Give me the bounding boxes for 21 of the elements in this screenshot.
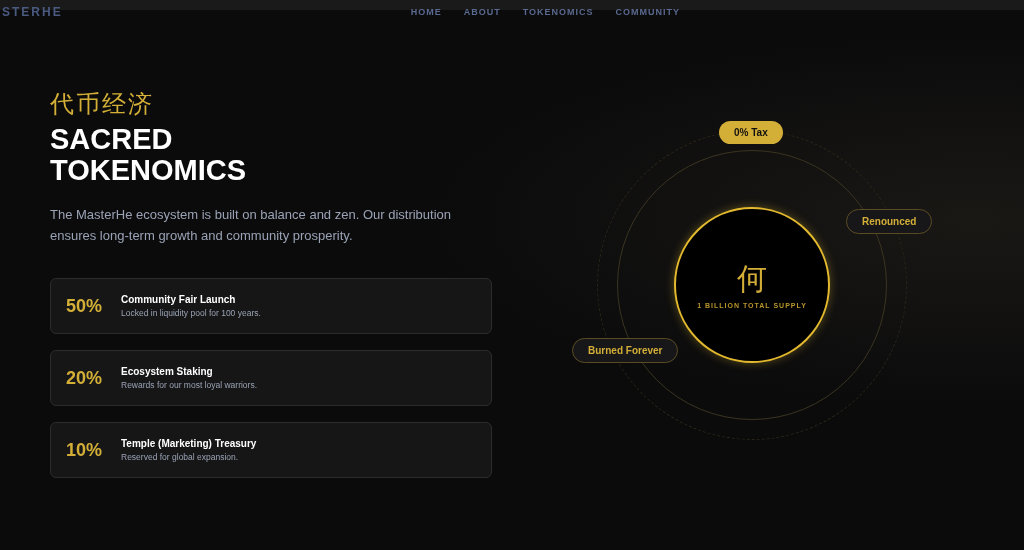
logo-text[interactable]: STERHE <box>2 5 63 19</box>
section-description: The MasterHe ecosystem is built on balance and zen. Our distribution ensures long-term growth and community prosperity. <box>50 206 453 245</box>
nav-link[interactable]: TOKENOMICS <box>522 7 594 17</box>
center-glyph: 何 <box>737 261 767 296</box>
allocation-percent: 50% <box>66 295 104 317</box>
allocation-title: Community Fair Launch <box>121 294 237 305</box>
nav-link[interactable]: ABOUT <box>463 7 501 17</box>
nav-link[interactable]: COMMUNITY <box>615 7 680 17</box>
allocation-percent: 20% <box>66 367 104 389</box>
section-kicker: 代币经济 <box>50 89 155 120</box>
allocation-description: Rewards for our most loyal warriors. <box>121 380 258 390</box>
feature-badge: Renounced <box>846 209 933 234</box>
allocation-description: Locked in liquidity pool for 100 years. <box>121 308 261 318</box>
section-title: SACRED TOKENOMICS <box>50 124 248 186</box>
nav-link[interactable]: HOME <box>410 7 442 17</box>
feature-badge: Burned Forever <box>572 338 679 363</box>
allocation-title: Temple (Marketing) Treasury <box>121 438 257 449</box>
feature-badge: 0% Tax <box>719 121 783 144</box>
allocation-title: Ecosystem Staking <box>121 366 214 377</box>
allocation-description: Reserved for global expansion. <box>121 452 240 462</box>
allocation-percent: 10% <box>66 439 104 461</box>
